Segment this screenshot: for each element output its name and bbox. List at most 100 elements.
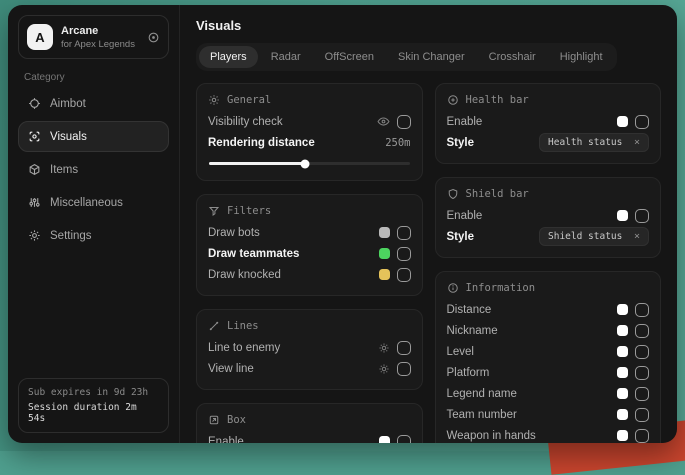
color-swatch[interactable] [617, 430, 628, 441]
app-header-card: A Arcane for Apex Legends [18, 15, 169, 59]
color-swatch[interactable] [379, 436, 390, 443]
checkbox[interactable] [397, 247, 411, 261]
rendering-distance-slider[interactable] [209, 162, 410, 165]
crosshair-scan-icon [28, 97, 41, 110]
sun-icon [208, 94, 220, 106]
funnel-icon [208, 205, 220, 217]
row-label: Team number [447, 409, 517, 421]
checkbox[interactable] [635, 408, 649, 422]
information-card-header: Information [447, 282, 650, 294]
tab-bar: Players Radar OffScreen Skin Changer Cro… [196, 43, 617, 71]
health-bar-card: Health bar Enable Style Health status [435, 83, 662, 164]
sidebar-item-aimbot[interactable]: Aimbot [18, 88, 169, 119]
checkbox[interactable] [635, 345, 649, 359]
shield-bar-card-header: Shield bar [447, 188, 650, 200]
gear-icon[interactable] [378, 363, 390, 375]
setting-row-legend-name: Legend name [447, 383, 650, 404]
general-card-header: General [208, 94, 411, 106]
checkbox[interactable] [635, 429, 649, 443]
color-swatch[interactable] [617, 367, 628, 378]
checkbox[interactable] [635, 366, 649, 380]
tab-radar[interactable]: Radar [260, 46, 312, 68]
sidebar-item-label: Items [50, 164, 78, 176]
tab-offscreen[interactable]: OffScreen [314, 46, 385, 68]
sidebar-item-label: Aimbot [50, 98, 86, 110]
checkbox[interactable] [635, 303, 649, 317]
setting-row-draw-teammates: Draw teammates [208, 243, 411, 264]
row-label: Enable [447, 116, 483, 128]
color-swatch[interactable] [379, 248, 390, 259]
slider-handle[interactable] [301, 159, 310, 168]
checkbox[interactable] [397, 341, 411, 355]
setting-row-shield-style: Style Shield status × [447, 226, 650, 247]
checkbox[interactable] [635, 209, 649, 223]
color-swatch[interactable] [379, 269, 390, 280]
tag-label: Shield status [548, 231, 622, 242]
close-icon[interactable]: × [634, 231, 640, 242]
checkbox[interactable] [397, 268, 411, 282]
box-icon [208, 414, 220, 426]
color-swatch[interactable] [617, 346, 628, 357]
card-title: Health bar [466, 94, 529, 106]
setting-row-team-number: Team number [447, 404, 650, 425]
row-label: View line [208, 363, 254, 375]
checkbox[interactable] [397, 115, 411, 129]
close-icon[interactable]: × [634, 137, 640, 148]
row-label: Draw knocked [208, 269, 281, 281]
sidebar: A Arcane for Apex Legends Category Aimbo… [8, 5, 180, 443]
target-icon[interactable] [147, 31, 160, 44]
app-header-texts: Arcane for Apex Legends [61, 25, 139, 50]
information-card: Information Distance Nickname [435, 271, 662, 443]
setting-row-draw-knocked: Draw knocked [208, 264, 411, 285]
slider-fill [209, 162, 305, 165]
checkbox[interactable] [635, 324, 649, 338]
checkbox[interactable] [635, 115, 649, 129]
checkbox[interactable] [397, 362, 411, 376]
filters-card-header: Filters [208, 205, 411, 217]
tab-players[interactable]: Players [199, 46, 258, 68]
row-label: Enable [447, 210, 483, 222]
main-panel: Visuals Players Radar OffScreen Skin Cha… [180, 5, 677, 443]
style-select-health[interactable]: Health status × [539, 133, 649, 152]
sidebar-item-label: Miscellaneous [50, 197, 123, 209]
eye-icon[interactable] [377, 115, 390, 128]
app-subtitle: for Apex Legends [61, 39, 139, 50]
checkbox[interactable] [635, 387, 649, 401]
cube-icon [28, 163, 41, 176]
session-duration: Session duration 2m 54s [28, 402, 159, 424]
card-title: Information [466, 282, 536, 294]
tab-highlight[interactable]: Highlight [549, 46, 614, 68]
color-swatch[interactable] [617, 304, 628, 315]
color-swatch[interactable] [617, 210, 628, 221]
color-swatch[interactable] [617, 325, 628, 336]
row-label: Rendering distance [208, 137, 315, 149]
row-label: Platform [447, 367, 490, 379]
sidebar-item-visuals[interactable]: Visuals [18, 121, 169, 152]
gear-icon[interactable] [378, 342, 390, 354]
page-title: Visuals [196, 18, 661, 33]
checkbox[interactable] [397, 226, 411, 240]
setting-row-health-style: Style Health status × [447, 132, 650, 153]
color-swatch[interactable] [379, 227, 390, 238]
checkbox[interactable] [397, 435, 411, 444]
diagonal-line-icon [208, 320, 220, 332]
color-swatch[interactable] [617, 409, 628, 420]
color-swatch[interactable] [617, 116, 628, 127]
row-label: Level [447, 346, 475, 358]
sidebar-item-label: Settings [50, 230, 92, 242]
row-label: Distance [447, 304, 492, 316]
sidebar-item-items[interactable]: Items [18, 154, 169, 185]
style-select-shield[interactable]: Shield status × [539, 227, 649, 246]
tab-crosshair[interactable]: Crosshair [478, 46, 547, 68]
setting-row-platform: Platform [447, 362, 650, 383]
setting-row-level: Level [447, 341, 650, 362]
sidebar-item-miscellaneous[interactable]: Miscellaneous [18, 187, 169, 218]
setting-row-nickname: Nickname [447, 320, 650, 341]
row-label: Style [447, 137, 475, 149]
setting-row-rendering-distance: Rendering distance 250m [208, 132, 411, 153]
row-label: Visibility check [208, 116, 283, 128]
tab-skin-changer[interactable]: Skin Changer [387, 46, 476, 68]
sidebar-item-settings[interactable]: Settings [18, 220, 169, 251]
color-swatch[interactable] [617, 388, 628, 399]
row-label: Enable [208, 436, 244, 444]
